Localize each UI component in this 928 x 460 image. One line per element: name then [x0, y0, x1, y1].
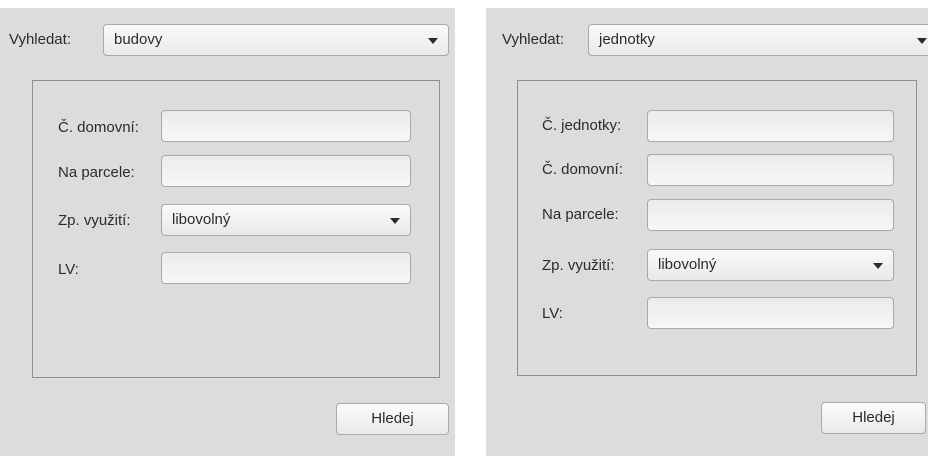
- parcel-input[interactable]: [647, 199, 894, 231]
- usage-label: Zp. využití:: [58, 212, 131, 229]
- usage-value: libovolný: [658, 256, 717, 273]
- dropdown-arrow-icon: [428, 38, 438, 44]
- usage-label: Zp. využití:: [542, 257, 615, 274]
- search-label: Vyhledat:: [502, 31, 564, 48]
- dropdown-arrow-icon: [873, 263, 883, 269]
- search-button[interactable]: Hledej: [336, 403, 449, 435]
- usage-select[interactable]: libovolný: [161, 204, 411, 236]
- unit-number-input[interactable]: [647, 110, 894, 142]
- search-type-value: budovy: [114, 31, 163, 48]
- house-number-input[interactable]: [161, 110, 411, 142]
- unit-number-label: Č. jednotky:: [542, 117, 622, 134]
- house-number-label: Č. domovní:: [58, 119, 139, 136]
- search-type-select[interactable]: budovy: [103, 24, 449, 56]
- house-number-input[interactable]: [647, 154, 894, 186]
- lv-label: LV:: [58, 261, 79, 278]
- search-button[interactable]: Hledej: [821, 402, 926, 434]
- usage-select[interactable]: libovolný: [647, 249, 894, 281]
- search-label: Vyhledat:: [9, 31, 71, 48]
- usage-value: libovolný: [172, 211, 231, 228]
- search-type-value: jednotky: [599, 31, 655, 48]
- lv-label: LV:: [542, 305, 563, 322]
- dropdown-arrow-icon: [917, 38, 927, 44]
- lv-input[interactable]: [647, 297, 894, 329]
- search-panel-buildings: Vyhledat: budovy Č. domovní: Na parcele:…: [0, 8, 455, 456]
- parcel-label: Na parcele:: [58, 164, 135, 181]
- dropdown-arrow-icon: [390, 218, 400, 224]
- parcel-input[interactable]: [161, 155, 411, 187]
- search-type-select[interactable]: jednotky: [588, 24, 928, 56]
- parcel-label: Na parcele:: [542, 206, 619, 223]
- house-number-label: Č. domovní:: [542, 161, 623, 178]
- lv-input[interactable]: [161, 252, 411, 284]
- search-panel-units: Vyhledat: jednotky Č. jednotky: Č. domov…: [486, 8, 928, 456]
